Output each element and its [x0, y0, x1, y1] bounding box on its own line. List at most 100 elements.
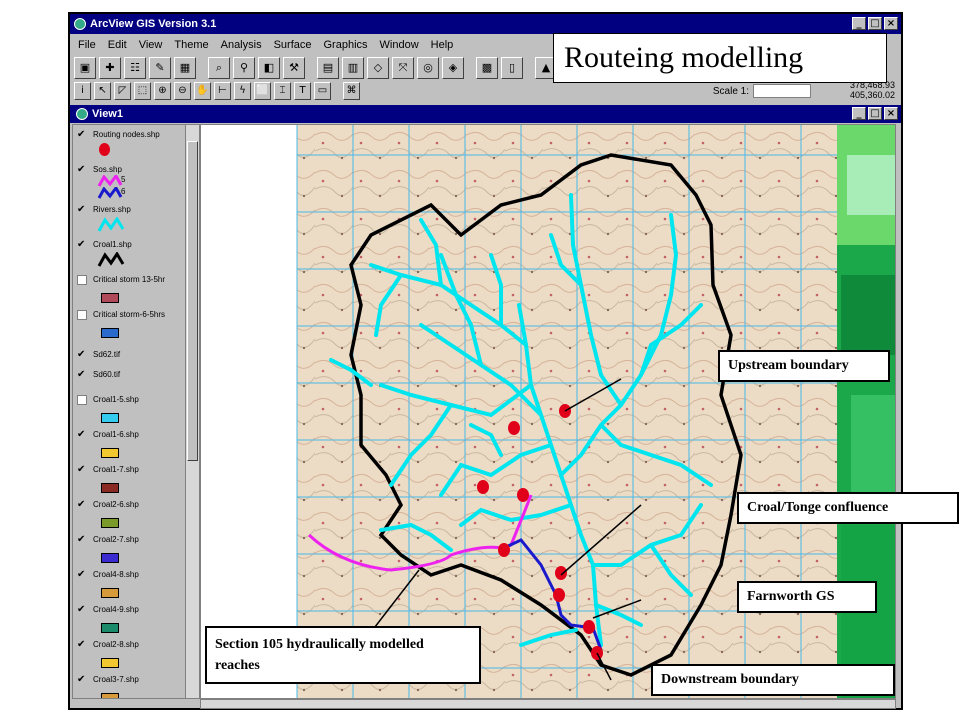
theme-name: Croal3-7.shp — [93, 675, 139, 684]
add-theme-icon[interactable]: ✚ — [99, 57, 121, 79]
minimize-button[interactable]: _ — [852, 17, 866, 30]
zoom-active-icon[interactable]: ◎ — [417, 57, 439, 79]
theme-visibility-checkbox[interactable]: ✔ — [77, 605, 87, 615]
theme-fill-swatch — [101, 413, 119, 423]
menu-graphics[interactable]: Graphics — [324, 39, 368, 51]
measure-icon[interactable]: ⊢ — [214, 82, 231, 100]
find-icon[interactable]: ⌕ — [208, 57, 230, 79]
theme-fill-swatch — [101, 553, 119, 563]
create-chart-icon[interactable]: ▯ — [501, 57, 523, 79]
routing-node-marker — [498, 543, 510, 557]
theme-visibility-checkbox[interactable]: ✔ — [77, 430, 87, 440]
theme-name: Croal4-9.shp — [93, 605, 139, 614]
callout-croal-tonge-confluence: Croal/Tonge confluence — [737, 492, 959, 524]
scale-label: Scale 1: — [712, 85, 749, 97]
callout-upstream-boundary: Upstream boundary — [718, 350, 890, 382]
close-button[interactable]: × — [884, 17, 898, 30]
save-project-icon[interactable]: ▣ — [74, 57, 96, 79]
coord-y: 405,360.02 — [849, 90, 895, 100]
edit-legend-icon[interactable]: ✎ — [149, 57, 171, 79]
identify-icon[interactable]: i — [74, 82, 91, 100]
callout-downstream-boundary: Downstream boundary — [651, 664, 895, 696]
menu-theme[interactable]: Theme — [174, 39, 208, 51]
clear-selection-icon[interactable]: ◇ — [367, 57, 389, 79]
theme-visibility-checkbox[interactable] — [77, 275, 87, 285]
theme-name: Croal1.shp — [93, 240, 132, 249]
map-horizontal-scrollbar[interactable] — [200, 699, 896, 709]
theme-name: Routing nodes.shp — [93, 130, 160, 139]
reach-symbol — [97, 187, 123, 199]
toc-scrollbar[interactable] — [185, 125, 199, 698]
theme-visibility-checkbox[interactable]: ✔ — [77, 675, 87, 685]
theme-visibility-checkbox[interactable]: ✔ — [77, 500, 87, 510]
line-symbol — [97, 252, 125, 267]
view-title: View1 — [92, 108, 123, 120]
hotlink-icon[interactable]: ϟ — [234, 82, 251, 100]
zoom-selected-icon[interactable]: ◈ — [442, 57, 464, 79]
pan-icon[interactable]: ✋ — [194, 82, 211, 100]
scale-input[interactable] — [753, 84, 811, 98]
theme-visibility-checkbox[interactable]: ✔ — [77, 350, 87, 360]
theme-visibility-checkbox[interactable]: ✔ — [77, 570, 87, 580]
zoom-in-icon[interactable]: ⊕ — [154, 82, 171, 100]
menu-help[interactable]: Help — [431, 39, 454, 51]
layout-icon[interactable]: ▩ — [476, 57, 498, 79]
theme-visibility-checkbox[interactable]: ✔ — [77, 465, 87, 475]
view-close-button[interactable]: × — [884, 107, 898, 120]
menu-window[interactable]: Window — [380, 39, 419, 51]
theme-name: Croal1-6.shp — [93, 430, 139, 439]
slide-title: Routeing modelling — [553, 33, 887, 83]
switch-selection-icon[interactable]: ▥ — [342, 57, 364, 79]
menu-surface[interactable]: Surface — [274, 39, 312, 51]
theme-visibility-checkbox[interactable] — [77, 310, 87, 320]
view-minimize-button[interactable]: _ — [852, 107, 866, 120]
reach-class-label: 5 — [121, 175, 126, 184]
callout-section-105: Section 105 hydraulically modelled reach… — [205, 626, 481, 684]
label-icon[interactable]: ⌶ — [274, 82, 291, 100]
view-icon — [76, 108, 88, 120]
text-icon[interactable]: T — [294, 82, 311, 100]
routing-node-marker — [508, 421, 520, 435]
view-maximize-button[interactable]: □ — [868, 107, 882, 120]
theme-visibility-checkbox[interactable]: ✔ — [77, 240, 87, 250]
hammer-icon[interactable]: ⚒ — [283, 57, 305, 79]
theme-visibility-checkbox[interactable] — [77, 395, 87, 405]
theme-name: Rivers.shp — [93, 205, 131, 214]
theme-fill-swatch — [101, 518, 119, 528]
theme-fill-swatch — [101, 623, 119, 633]
theme-visibility-checkbox[interactable]: ✔ — [77, 535, 87, 545]
theme-fill-swatch — [101, 293, 119, 303]
menu-view[interactable]: View — [139, 39, 163, 51]
menu-edit[interactable]: Edit — [108, 39, 127, 51]
theme-visibility-checkbox[interactable]: ✔ — [77, 130, 87, 140]
menu-file[interactable]: File — [78, 39, 96, 51]
theme-name: Sos.shp — [93, 165, 122, 174]
theme-visibility-checkbox[interactable]: ✔ — [77, 640, 87, 650]
zoom-full-icon[interactable]: ⤧ — [392, 57, 414, 79]
select-feature-icon[interactable]: ⬚ — [134, 82, 151, 100]
query-builder-icon[interactable]: ◧ — [258, 57, 280, 79]
draw-icon[interactable]: ▭ — [314, 82, 331, 100]
select-all-icon[interactable]: ▤ — [317, 57, 339, 79]
theme-visibility-checkbox[interactable]: ✔ — [77, 165, 87, 175]
cad-icon[interactable]: ⌘ — [343, 82, 360, 100]
open-table-icon[interactable]: ▦ — [174, 57, 196, 79]
theme-visibility-checkbox[interactable]: ✔ — [77, 205, 87, 215]
locate-address-icon[interactable]: ⚲ — [233, 57, 255, 79]
map-blank-area — [201, 125, 297, 698]
theme-properties-icon[interactable]: ☷ — [124, 57, 146, 79]
node-marker-symbol — [99, 143, 110, 156]
line-symbol — [97, 217, 125, 232]
pointer-icon[interactable]: ↖ — [94, 82, 111, 100]
maximize-button[interactable]: □ — [868, 17, 882, 30]
area-of-interest-icon[interactable]: ⬜ — [254, 82, 271, 100]
theme-fill-swatch — [101, 658, 119, 668]
toc-scroll-thumb[interactable] — [187, 141, 198, 461]
menu-analysis[interactable]: Analysis — [221, 39, 262, 51]
zoom-out-icon[interactable]: ⊖ — [174, 82, 191, 100]
theme-name: Critical storm-6-5hrs — [93, 310, 166, 319]
routing-node-marker — [555, 566, 567, 580]
theme-visibility-checkbox[interactable]: ✔ — [77, 370, 87, 380]
vertex-edit-icon[interactable]: ◸ — [114, 82, 131, 100]
theme-name: Critical storm 13-5hr — [93, 275, 166, 284]
